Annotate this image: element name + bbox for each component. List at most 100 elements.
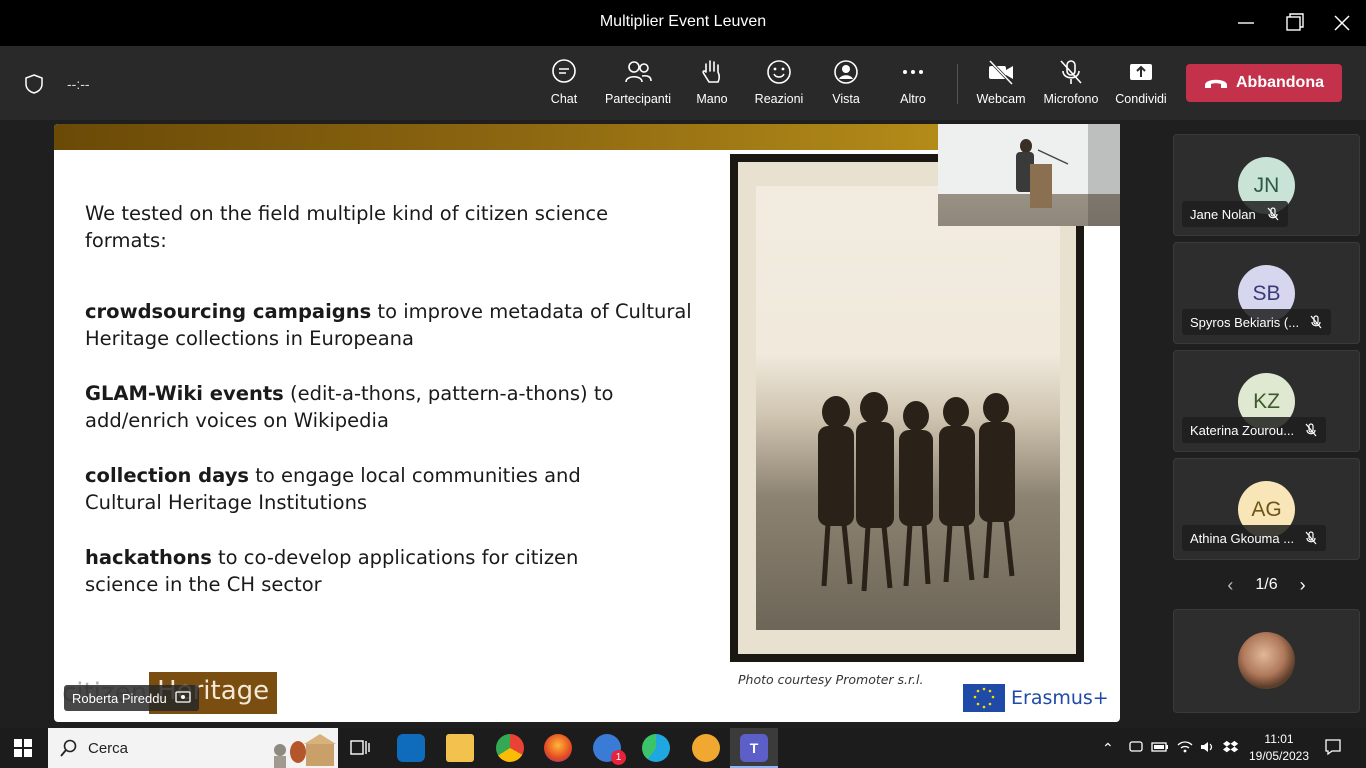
chat-button[interactable]: Chat: [529, 58, 599, 106]
microphone-label: Microfono: [1043, 92, 1099, 106]
participant-name-pill: Athina Gkouma ...: [1182, 525, 1327, 551]
slide-intro: We tested on the field multiple kind of …: [85, 202, 609, 252]
search-placeholder: Cerca: [88, 739, 129, 757]
leave-label: Abbandona: [1236, 74, 1324, 91]
microphone-button[interactable]: Microfono: [1036, 58, 1106, 106]
more-button[interactable]: Altro: [878, 58, 948, 106]
eu-flag-icon: [963, 684, 1005, 712]
close-icon: [1334, 15, 1350, 31]
reactions-label: Reazioni: [754, 92, 804, 106]
chevron-right-icon[interactable]: ›: [1300, 575, 1306, 596]
slide-point: crowdsourcing campaigns to improve metad…: [85, 300, 692, 350]
mic-off-icon: [1305, 531, 1317, 545]
outlook-icon[interactable]: [397, 734, 425, 762]
task-view-icon: [350, 740, 370, 755]
participant-name: Jane Nolan: [1190, 206, 1256, 222]
camera-off-icon: [988, 59, 1014, 86]
meeting-toolbar: --:-- Chat Partecipanti Mano Reazioni Vi…: [0, 46, 1366, 120]
vintage-photo: [730, 154, 1084, 662]
women-walking-illustration: [818, 392, 1015, 592]
meet-now-icon[interactable]: [1128, 739, 1146, 757]
participant-tile[interactable]: KZ Katerina Zourou...: [1173, 350, 1360, 452]
teams-icon: T: [740, 734, 768, 762]
firefox-icon[interactable]: [544, 734, 572, 762]
edge-icon[interactable]: [642, 734, 670, 762]
podium-speaker-illustration: [938, 124, 1120, 226]
self-avatar: [1238, 632, 1295, 689]
more-icon: [903, 70, 923, 74]
hang-up-icon: [1205, 79, 1227, 88]
wifi-icon[interactable]: [1176, 739, 1194, 757]
view-icon: [834, 60, 858, 84]
chevron-left-icon[interactable]: ‹: [1227, 575, 1233, 596]
participant-name: Athina Gkouma ...: [1190, 530, 1295, 546]
participant-pager: ‹ 1/6 ›: [1173, 570, 1360, 600]
shield-icon[interactable]: [24, 74, 44, 99]
clock-date: 19/05/2023: [1248, 749, 1310, 763]
clock-time: 11:01: [1264, 732, 1294, 746]
participant-tile[interactable]: JN Jane Nolan: [1173, 134, 1360, 236]
notifications-icon[interactable]: [1324, 738, 1342, 756]
mic-off-icon: [1310, 315, 1322, 329]
smiley-icon: [767, 60, 791, 84]
meeting-timer: --:--: [67, 76, 90, 92]
teams-taskbar-item[interactable]: T: [730, 728, 778, 768]
title-bar: Multiplier Event Leuven: [0, 0, 1366, 46]
task-view-button[interactable]: [350, 739, 370, 762]
minimize-button[interactable]: [1232, 8, 1262, 38]
battery-icon[interactable]: [1151, 739, 1169, 757]
minimize-icon: [1238, 22, 1254, 24]
mic-off-icon: [1060, 60, 1082, 84]
slide-point: hackathons to co-develop applications fo…: [85, 546, 579, 596]
photo-caption: Photo courtesy Promoter s.r.l.: [738, 672, 924, 687]
dropbox-icon[interactable]: [1222, 739, 1240, 757]
participants-label: Partecipanti: [604, 92, 671, 106]
share-icon: [1130, 64, 1152, 80]
system-clock[interactable]: 11:01 19/05/2023: [1248, 731, 1310, 765]
webcam-button[interactable]: Webcam: [966, 58, 1036, 106]
participant-name: Katerina Zourou...: [1190, 422, 1295, 438]
webcam-label: Webcam: [976, 92, 1026, 106]
toolbar-divider: [957, 64, 958, 104]
leave-button[interactable]: Abbandona: [1186, 64, 1342, 102]
slide-point: collection days to engage local communit…: [85, 464, 581, 514]
view-label: Vista: [832, 92, 860, 106]
slide-text: We tested on the field multiple kind of …: [85, 200, 725, 626]
taskbar-search[interactable]: Cerca: [48, 728, 338, 768]
mail-app-icon[interactable]: 1: [593, 734, 626, 765]
raise-hand-button[interactable]: Mano: [677, 58, 747, 106]
chat-icon: [552, 59, 576, 83]
participant-tile[interactable]: AG Athina Gkouma ...: [1173, 458, 1360, 560]
windows-taskbar: Cerca 1 T ⌃ 11:01 19/05/2023: [0, 728, 1366, 768]
presenter-video[interactable]: [938, 124, 1120, 226]
participant-name-pill: Jane Nolan: [1182, 201, 1288, 227]
share-button[interactable]: Condividi: [1106, 58, 1176, 106]
erasmus-logo: Erasmus+: [963, 684, 1109, 712]
file-explorer-icon[interactable]: [446, 734, 474, 762]
volume-icon[interactable]: [1199, 739, 1217, 757]
erasmus-text: Erasmus+: [1011, 687, 1109, 709]
share-label: Condividi: [1115, 92, 1167, 106]
participant-tile[interactable]: SB Spyros Bekiaris (...: [1173, 242, 1360, 344]
close-window-button[interactable]: [1328, 8, 1358, 38]
screen-share-icon: [175, 691, 191, 703]
search-highlight-illustration: [274, 734, 336, 768]
window-title: Multiplier Event Leuven: [599, 13, 767, 30]
page-indicator: 1/6: [1255, 576, 1278, 593]
maximize-button[interactable]: [1280, 8, 1310, 38]
hand-icon: [702, 60, 720, 83]
chevron-up-icon[interactable]: ⌃: [1102, 739, 1120, 757]
chrome-icon[interactable]: [496, 734, 524, 762]
participant-name: Spyros Bekiaris (...: [1190, 314, 1300, 330]
self-view-tile[interactable]: [1173, 609, 1360, 713]
reactions-button[interactable]: Reazioni: [744, 58, 814, 106]
start-button[interactable]: [14, 739, 32, 762]
more-label: Altro: [900, 92, 926, 106]
view-button[interactable]: Vista: [811, 58, 881, 106]
participant-name-pill: Katerina Zourou...: [1182, 417, 1327, 443]
windows-icon: [14, 739, 32, 757]
people-icon: [625, 61, 652, 83]
participants-button[interactable]: Partecipanti: [603, 58, 673, 106]
vpn-shield-icon[interactable]: [692, 734, 720, 762]
chat-label: Chat: [550, 92, 578, 106]
